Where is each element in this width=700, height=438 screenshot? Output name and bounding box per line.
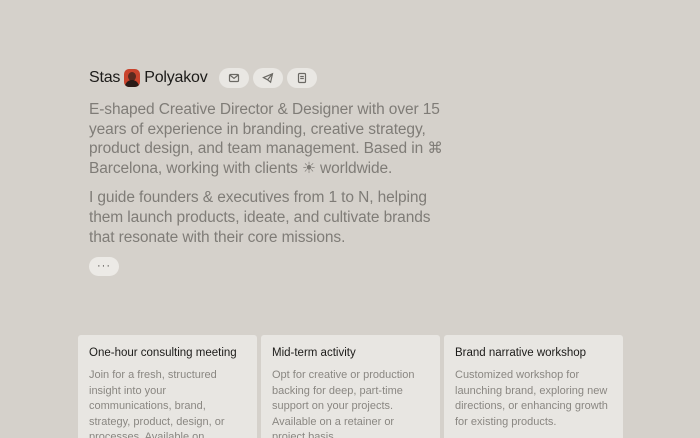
profile-name: Stas Polyakov [89,69,208,87]
service-description: Customized workshop for launching brand,… [455,369,608,428]
contact-buttons [218,68,317,88]
email-button[interactable] [218,68,249,88]
profile-page: Stas Polyakov E-shaped Creative Director… [0,0,700,438]
service-description: Opt for creative or production backing f… [272,369,415,438]
telegram-button[interactable] [252,68,283,88]
document-icon [297,72,306,84]
service-title: One-hour consulting meeting [89,347,237,359]
service-card[interactable]: One-hour consulting meeting Join for a f… [78,335,257,438]
mail-icon [228,73,239,83]
avatar [124,69,141,87]
bio-paragraph: E-shaped Creative Director & Designer wi… [89,101,443,177]
telegram-icon [261,72,273,84]
last-name: Polyakov [144,69,208,86]
service-title: Mid-term activity [272,347,356,359]
first-name: Stas [89,69,121,86]
service-card[interactable]: Mid-term activity Opt for creative or pr… [261,335,440,438]
profile-header: Stas Polyakov [89,68,317,88]
more-button[interactable]: ··· [89,257,119,276]
service-title: Brand narrative workshop [455,347,587,359]
service-card[interactable]: Brand narrative workshop Customized work… [444,335,623,438]
cv-button[interactable] [286,68,317,88]
bio-paragraph: I guide founders & executives from 1 to … [89,189,431,246]
service-description: Join for a fresh, structured insight int… [89,369,225,438]
bio: E-shaped Creative Director & Designer wi… [89,100,449,247]
services-list: One-hour consulting meeting Join for a f… [78,335,623,438]
